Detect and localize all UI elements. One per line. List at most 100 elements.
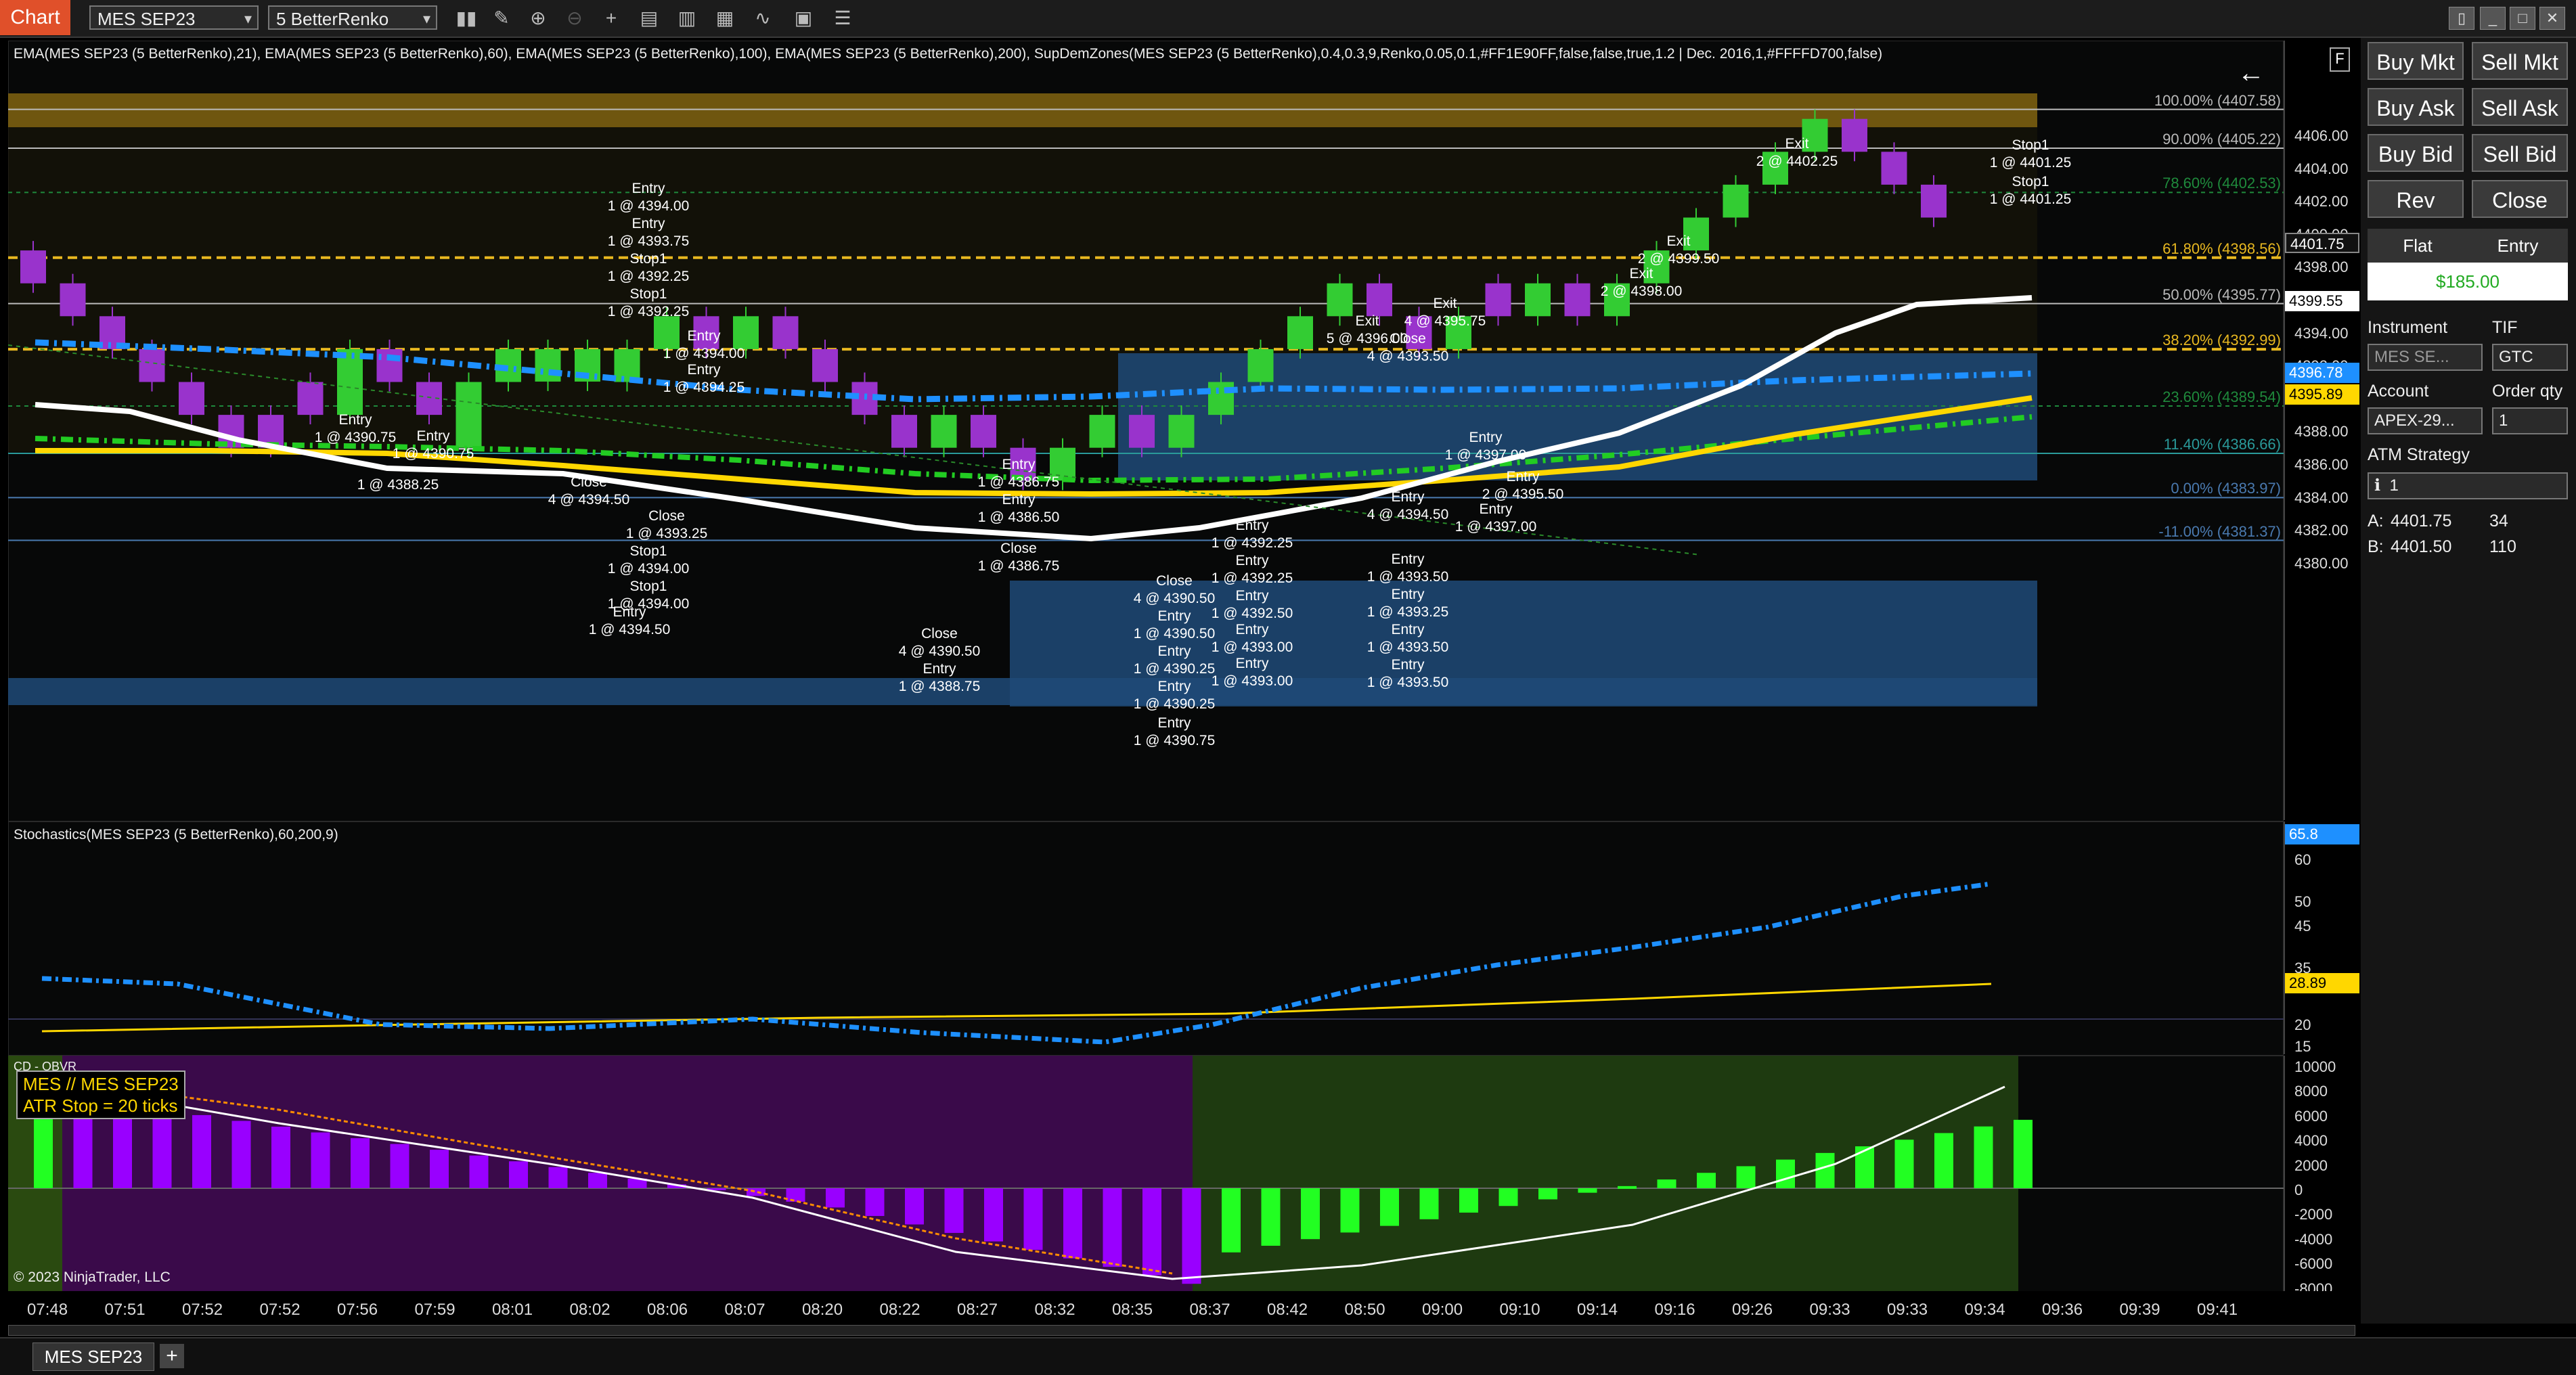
down-brick (297, 382, 324, 415)
obv-bar (1063, 1188, 1082, 1259)
horizontal-scrollbar[interactable] (8, 1325, 2355, 1336)
up-brick (1089, 415, 1115, 448)
sell-ask-button[interactable]: Sell Ask (2472, 88, 2568, 126)
chart-trader-toggle-icon[interactable]: F (2330, 47, 2350, 72)
instrument-selector[interactable]: MES SEP23 ▾ (89, 5, 259, 30)
trade-annotation: Entry 2 @ 4395.50 (1482, 469, 1564, 502)
order-qty-input[interactable]: 1 (2492, 407, 2568, 434)
atm-strategy-value: 1 (2389, 476, 2399, 495)
bar-style-icon[interactable]: ▮▮ (453, 5, 479, 31)
fib-label: 50.00% (4395.77) (2162, 286, 2281, 303)
indicators-icon[interactable]: ∿ (750, 5, 776, 31)
time-label: 07:52 (259, 1301, 301, 1319)
obv-bar (1618, 1186, 1637, 1189)
up-brick (535, 348, 561, 382)
obv-bar (1459, 1188, 1478, 1213)
time-label: 08:27 (957, 1301, 998, 1319)
chart-tabs-bar: MES SEP23 + (0, 1337, 2576, 1375)
order-qty-label: Order qty (2492, 382, 2563, 401)
down-brick (971, 415, 996, 448)
fib-label: 11.40% (4386.66) (2163, 435, 2281, 453)
stoch-blue-line (41, 881, 1992, 1045)
trade-annotation: Entry 1 @ 4394.50 (588, 604, 671, 637)
reverse-button[interactable]: Rev (2368, 180, 2464, 218)
obv-tick: 2000 (2294, 1156, 2328, 1174)
down-brick (812, 348, 838, 382)
obv-bar (786, 1188, 805, 1202)
obv-bar (1142, 1188, 1161, 1276)
trade-annotation: Entry 1 @ 4394.25 (663, 362, 745, 395)
close-window-icon[interactable]: ✕ (2539, 7, 2565, 30)
templates-icon[interactable]: ▥ (674, 5, 700, 31)
price-tick: 4382.00 (2294, 522, 2349, 539)
strategies-icon[interactable]: ▦ (712, 5, 738, 31)
price-tick: 4386.00 (2294, 456, 2349, 473)
atm-strategy-select[interactable]: ℹ 1 (2368, 472, 2568, 499)
add-tab-icon[interactable]: + (160, 1344, 184, 1368)
stoch-tick: 45 (2294, 918, 2311, 934)
chart-trader-icon[interactable]: ▣ (791, 5, 816, 31)
time-label: 09:00 (1422, 1301, 1463, 1319)
bar-type-value: 5 BetterRenko (276, 9, 389, 29)
up-brick (1525, 283, 1551, 317)
buy-ask-button[interactable]: Buy Ask (2368, 88, 2464, 126)
trade-annotation: Entry 1 @ 4392.25 (1211, 553, 1293, 586)
crosshair-icon[interactable]: + (598, 5, 624, 31)
supply-zone (8, 93, 2037, 127)
obv-chart (8, 1056, 2284, 1291)
trade-annotation: Entry 4 @ 4394.50 (1367, 489, 1449, 522)
maximize-icon[interactable]: □ (2510, 7, 2535, 30)
chart-trader-panel: Buy Mkt Sell Mkt Buy Ask Sell Ask Buy Bi… (2361, 38, 2576, 1324)
obv-bar (430, 1150, 449, 1188)
obv-tick: -4000 (2294, 1230, 2333, 1248)
down-brick (20, 250, 46, 284)
fib-label: 78.60% (4402.53) (2162, 175, 2281, 192)
up-brick (614, 348, 640, 382)
trade-annotation: Entry 1 @ 4393.50 (1367, 622, 1449, 655)
down-brick (1129, 415, 1155, 448)
tile-icon[interactable]: ▯ (2449, 7, 2474, 30)
time-label: 08:02 (569, 1301, 610, 1319)
obv-bar (1538, 1188, 1557, 1200)
obv-bar (1776, 1159, 1795, 1188)
minimize-icon[interactable]: _ (2480, 7, 2506, 30)
sell-bid-button[interactable]: Sell Bid (2472, 134, 2568, 172)
stoch-tick: 50 (2294, 893, 2311, 910)
obv-bar (1023, 1188, 1043, 1250)
properties-icon[interactable]: ▤ (636, 5, 662, 31)
zoom-in-icon[interactable]: ⊕ (525, 5, 551, 31)
instrument-select[interactable]: MES SE... (2368, 344, 2483, 371)
trade-annotation: Close 4 @ 4394.50 (548, 474, 630, 508)
tif-label: TIF (2492, 318, 2518, 337)
price-tick: 4394.00 (2294, 324, 2349, 342)
close-position-button[interactable]: Close (2472, 180, 2568, 218)
fib-label: -11.00% (4381.37) (2158, 522, 2281, 540)
tab-mes-sep23[interactable]: MES SEP23 (32, 1343, 154, 1371)
time-label: 09:41 (2197, 1301, 2238, 1319)
sell-mkt-button[interactable]: Sell Mkt (2472, 42, 2568, 80)
time-label: 08:01 (492, 1301, 533, 1319)
chart-tab[interactable]: Chart (0, 0, 70, 35)
back-arrow-icon[interactable]: ← (2238, 58, 2265, 89)
menu-list-icon[interactable]: ☰ (830, 5, 856, 31)
tif-select[interactable]: GTC (2492, 344, 2568, 371)
buy-bid-button[interactable]: Buy Bid (2368, 134, 2464, 172)
last-price-marker: 4401.75 (2285, 233, 2359, 253)
fib-label: 0.00% (4383.97) (2171, 480, 2281, 497)
zoom-out-icon[interactable]: ⊖ (562, 5, 587, 31)
down-brick (1842, 118, 1867, 152)
account-select[interactable]: APEX-29... (2368, 407, 2483, 434)
time-label: 07:56 (337, 1301, 378, 1319)
obv-tick: 8000 (2294, 1083, 2328, 1100)
down-brick (1367, 283, 1392, 317)
up-brick (1287, 316, 1313, 349)
trade-annotation: Entry 1 @ 4393.50 (1367, 657, 1449, 690)
obv-bar (1182, 1188, 1201, 1284)
obv-bar (1815, 1152, 1835, 1188)
price-tick: 4384.00 (2294, 489, 2349, 506)
draw-pencil-icon[interactable]: ✎ (489, 5, 514, 31)
bar-type-selector[interactable]: 5 BetterRenko ▾ (268, 5, 437, 30)
stoch-tick: 15 (2294, 1038, 2311, 1055)
buy-mkt-button[interactable]: Buy Mkt (2368, 42, 2464, 80)
obv-bar (1498, 1188, 1518, 1207)
